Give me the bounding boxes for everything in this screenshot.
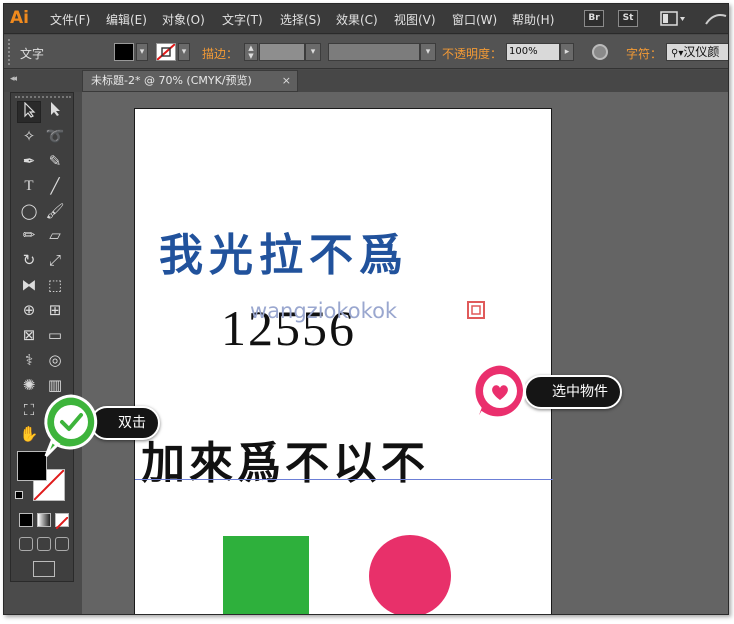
- stroke-dropdown[interactable]: ▾: [178, 43, 190, 61]
- rotate-tool-icon[interactable]: ↻: [17, 249, 41, 271]
- stroke-weight-stepper[interactable]: ▲ ▼: [244, 43, 258, 61]
- magic-wand-tool-icon[interactable]: ✧: [17, 125, 41, 147]
- black-text-object[interactable]: 加來爲不以不: [141, 427, 429, 491]
- document-tab[interactable]: 未标题-2* @ 70% (CMYK/预览) ×: [82, 70, 298, 92]
- control-bar: 文字 ▾ ▾ 描边： ▲ ▼ ▾ ▾ 不透明度： 100% ▸ 字符： ⚲▾汉仪颜: [4, 35, 728, 69]
- gradient-tool-icon[interactable]: ▭: [43, 324, 67, 346]
- variable-width-profile[interactable]: [328, 43, 420, 61]
- symbol-sprayer-tool-icon[interactable]: ✺: [17, 374, 41, 396]
- fill-dropdown[interactable]: ▾: [136, 43, 148, 61]
- hand-tool-icon[interactable]: ✋: [17, 423, 41, 445]
- bridge-button[interactable]: Br: [584, 10, 604, 27]
- fill-swatch[interactable]: [114, 43, 134, 61]
- artboard-tool-icon[interactable]: ⛶: [17, 399, 41, 421]
- document-tab-row: ◂◂ 未标题-2* @ 70% (CMYK/预览) ×: [4, 70, 728, 92]
- stock-button[interactable]: St: [618, 10, 638, 27]
- gradient-mode-button[interactable]: [37, 513, 51, 527]
- search-icon: ⚲▾: [671, 48, 684, 59]
- app-window: Ai 文件(F) 编辑(E) 对象(O) 文字(T) 选择(S) 效果(C) 视…: [3, 3, 729, 615]
- shape-builder-tool-icon[interactable]: ⊕: [17, 299, 41, 321]
- lasso-tool-icon[interactable]: ➰: [43, 125, 67, 147]
- menu-edit[interactable]: 编辑(E): [106, 11, 147, 28]
- character-label: 字符：: [626, 47, 663, 61]
- draw-inside-icon[interactable]: [55, 537, 69, 551]
- paintbrush-tool-icon[interactable]: 🖌: [43, 200, 67, 222]
- ellipse-tool-icon[interactable]: ◯: [17, 200, 41, 222]
- document-tab-title: 未标题-2* @ 70% (CMYK/预览): [91, 74, 252, 87]
- width-tool-icon[interactable]: ⧓: [17, 274, 41, 296]
- watermark: wangziokokok: [250, 298, 490, 324]
- menu-view[interactable]: 视图(V): [394, 11, 436, 28]
- workspace-layout-icon[interactable]: [660, 11, 686, 27]
- color-mode-button[interactable]: [19, 513, 33, 527]
- stroke-weight-input[interactable]: [259, 43, 305, 61]
- curvature-tool-icon[interactable]: ✎: [43, 150, 67, 172]
- collapse-panel-icon[interactable]: ◂◂: [10, 74, 17, 84]
- text-baseline-indicator: [135, 479, 553, 480]
- callout-double-click: 双击: [90, 406, 160, 440]
- stroke-swatch[interactable]: [156, 43, 176, 61]
- free-transform-tool-icon[interactable]: ⬚: [43, 274, 67, 296]
- menu-select[interactable]: 选择(S): [280, 11, 321, 28]
- recolor-artwork-icon[interactable]: [592, 44, 608, 60]
- tool-label: 文字: [20, 47, 45, 61]
- pen-tool-icon[interactable]: ✒: [17, 150, 41, 172]
- menu-window[interactable]: 窗口(W): [452, 11, 497, 28]
- default-colors-icon[interactable]: [15, 491, 23, 499]
- perspective-grid-tool-icon[interactable]: ⊞: [43, 299, 67, 321]
- menu-help[interactable]: 帮助(H): [512, 11, 554, 28]
- line-tool-icon[interactable]: ╱: [43, 175, 67, 197]
- font-family-value: 汉仪颜: [683, 45, 720, 59]
- stroke-weight-dropdown[interactable]: ▾: [305, 43, 321, 61]
- tools-panel-grip[interactable]: [15, 96, 71, 100]
- watermark-text: wangziokokok: [250, 299, 398, 323]
- type-tool-icon[interactable]: T: [17, 175, 41, 197]
- eraser-tool-icon[interactable]: ▱: [43, 224, 67, 246]
- close-tab-icon[interactable]: ×: [282, 71, 291, 91]
- opacity-input[interactable]: 100%: [506, 43, 560, 61]
- column-graph-tool-icon[interactable]: ▥: [43, 374, 67, 396]
- no-stroke-icon: [156, 43, 176, 61]
- screen-mode-icon[interactable]: [33, 561, 55, 577]
- none-mode-button[interactable]: [55, 513, 69, 530]
- control-bar-grip[interactable]: [8, 39, 14, 65]
- canvas-area[interactable]: 我光拉不爲 12556 加來爲不以不: [82, 92, 728, 614]
- selection-tool-icon[interactable]: [17, 101, 41, 123]
- menu-object[interactable]: 对象(O): [162, 11, 205, 28]
- scale-tool-icon[interactable]: ⤢: [43, 249, 67, 271]
- blue-text-object[interactable]: 我光拉不爲: [159, 219, 409, 283]
- watermark-logo: [467, 301, 485, 319]
- menu-bar: Ai 文件(F) 编辑(E) 对象(O) 文字(T) 选择(S) 效果(C) 视…: [4, 4, 728, 34]
- mesh-tool-icon[interactable]: ⊠: [17, 324, 41, 346]
- draw-normal-icon[interactable]: [19, 537, 33, 551]
- eyedropper-tool-icon[interactable]: ⚕: [17, 349, 41, 371]
- search-swoosh-icon[interactable]: [704, 12, 728, 28]
- opacity-arrow[interactable]: ▸: [560, 43, 574, 61]
- font-family-input[interactable]: ⚲▾汉仪颜: [666, 43, 728, 61]
- callout-select-object: 选中物件: [524, 375, 622, 409]
- pink-circle[interactable]: [369, 535, 451, 614]
- profile-dropdown[interactable]: ▾: [420, 43, 436, 61]
- app-logo: Ai: [10, 8, 29, 28]
- callout-green-pin-icon: [42, 394, 100, 462]
- callout-pink-pin-icon: [466, 362, 528, 436]
- menu-file[interactable]: 文件(F): [50, 11, 90, 28]
- tools-panel: ✧ ➰ ✒ ✎ T ╱ ◯ 🖌 ✏ ▱ ↻ ⤢ ⧓ ⬚ ⊕ ⊞ ⊠ ▭ ⚕ ◎ …: [10, 92, 74, 582]
- stroke-label: 描边：: [202, 47, 239, 61]
- menu-type[interactable]: 文字(T): [222, 11, 263, 28]
- opacity-label: 不透明度：: [442, 47, 503, 61]
- green-rectangle[interactable]: [223, 536, 309, 614]
- blend-tool-icon[interactable]: ◎: [43, 349, 67, 371]
- direct-selection-tool-icon[interactable]: [43, 101, 67, 123]
- menu-effect[interactable]: 效果(C): [336, 11, 378, 28]
- pencil-tool-icon[interactable]: ✏: [17, 224, 41, 246]
- draw-behind-icon[interactable]: [37, 537, 51, 551]
